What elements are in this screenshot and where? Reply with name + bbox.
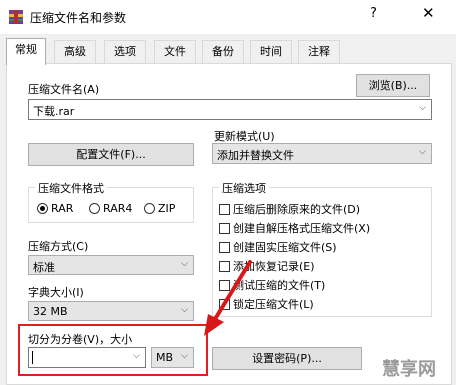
window-title: 压缩文件名和参数 (30, 11, 127, 25)
tab-general[interactable]: 常规 (6, 38, 46, 65)
method-select[interactable]: 标准 ⌵ (28, 255, 194, 275)
split-unit-select[interactable]: MB ⌵ (151, 347, 194, 368)
option-sfx[interactable]: 创建自解压格式压缩文件(X) (219, 220, 370, 236)
profiles-button[interactable]: 配置文件(F)... (28, 143, 194, 166)
method-label: 压缩方式(C) (28, 240, 89, 253)
archive-name-label: 压缩文件名(A) (28, 83, 100, 96)
tab-time[interactable]: 时间 (250, 40, 292, 63)
archive-format-group: 压缩文件格式 RAR RAR4 ZIP (28, 180, 194, 223)
browse-button[interactable]: 浏览(B)... (356, 74, 430, 97)
close-button[interactable]: ✕ (422, 4, 435, 22)
chevron-down-icon: ⌵ (419, 103, 426, 113)
format-rar-option[interactable]: RAR (37, 201, 73, 215)
radio-selected-icon[interactable] (37, 202, 48, 214)
chevron-down-icon: ⌵ (181, 351, 188, 361)
checkbox-icon[interactable] (219, 203, 230, 215)
radio-icon[interactable] (144, 202, 155, 214)
format-rar-label: RAR (51, 201, 74, 215)
method-value: 标准 (33, 261, 55, 274)
tab-backup[interactable]: 备份 (202, 40, 244, 63)
update-mode-select[interactable]: 添加并替换文件 ⌵ (212, 143, 432, 164)
dictionary-select[interactable]: 32 MB ⌵ (28, 301, 194, 321)
red-arrow-annotation (204, 260, 252, 336)
option-solid[interactable]: 创建固实压缩文件(S) (219, 239, 337, 255)
tab-advanced[interactable]: 高级 (54, 40, 96, 63)
format-zip-label: ZIP (158, 201, 176, 215)
compression-options-title: 压缩选项 (219, 180, 269, 196)
radio-icon[interactable] (89, 202, 100, 214)
archive-name-value: 下载.rar (33, 105, 75, 118)
chevron-down-icon: ⌵ (419, 147, 426, 157)
checkbox-icon[interactable] (219, 222, 230, 234)
archive-format-title: 压缩文件格式 (35, 180, 107, 196)
chevron-down-icon: ⌵ (181, 305, 188, 315)
title-bar: 压缩文件名和参数 ? ✕ (0, 0, 456, 34)
option-delete-after-label: 压缩后删除原来的文件(D) (233, 203, 361, 216)
option-delete-after[interactable]: 压缩后删除原来的文件(D) (219, 201, 360, 217)
format-rar4-label: RAR4 (103, 201, 133, 215)
winrar-app-icon (9, 10, 23, 24)
update-mode-value: 添加并替换文件 (217, 149, 294, 162)
split-unit-value: MB (156, 351, 174, 364)
split-volume-label: 切分为分卷(V)，大小 (28, 333, 133, 346)
watermark: 慧享网 (382, 359, 436, 380)
tab-files[interactable]: 文件 (154, 40, 196, 63)
dictionary-value: 32 MB (33, 305, 68, 318)
format-rar4-option[interactable]: RAR4 (89, 201, 132, 215)
checkbox-icon[interactable] (219, 241, 230, 253)
dictionary-label: 字典大小(I) (28, 286, 84, 299)
option-sfx-label: 创建自解压格式压缩文件(X) (233, 222, 371, 235)
text-caret (32, 351, 33, 364)
tab-comment[interactable]: 注释 (298, 40, 340, 63)
archive-name-combo[interactable]: 下载.rar ⌵ (28, 99, 432, 120)
help-button[interactable]: ? (370, 6, 377, 21)
set-password-button[interactable]: 设置密码(P)... (212, 347, 362, 370)
split-volume-size-combo[interactable]: ⌵ (28, 347, 146, 368)
update-mode-label: 更新模式(U) (214, 130, 275, 143)
format-zip-option[interactable]: ZIP (144, 201, 175, 215)
chevron-down-icon: ⌵ (133, 351, 140, 361)
tab-options[interactable]: 选项 (104, 40, 146, 63)
chevron-down-icon: ⌵ (181, 259, 188, 269)
option-solid-label: 创建固实压缩文件(S) (233, 241, 337, 254)
